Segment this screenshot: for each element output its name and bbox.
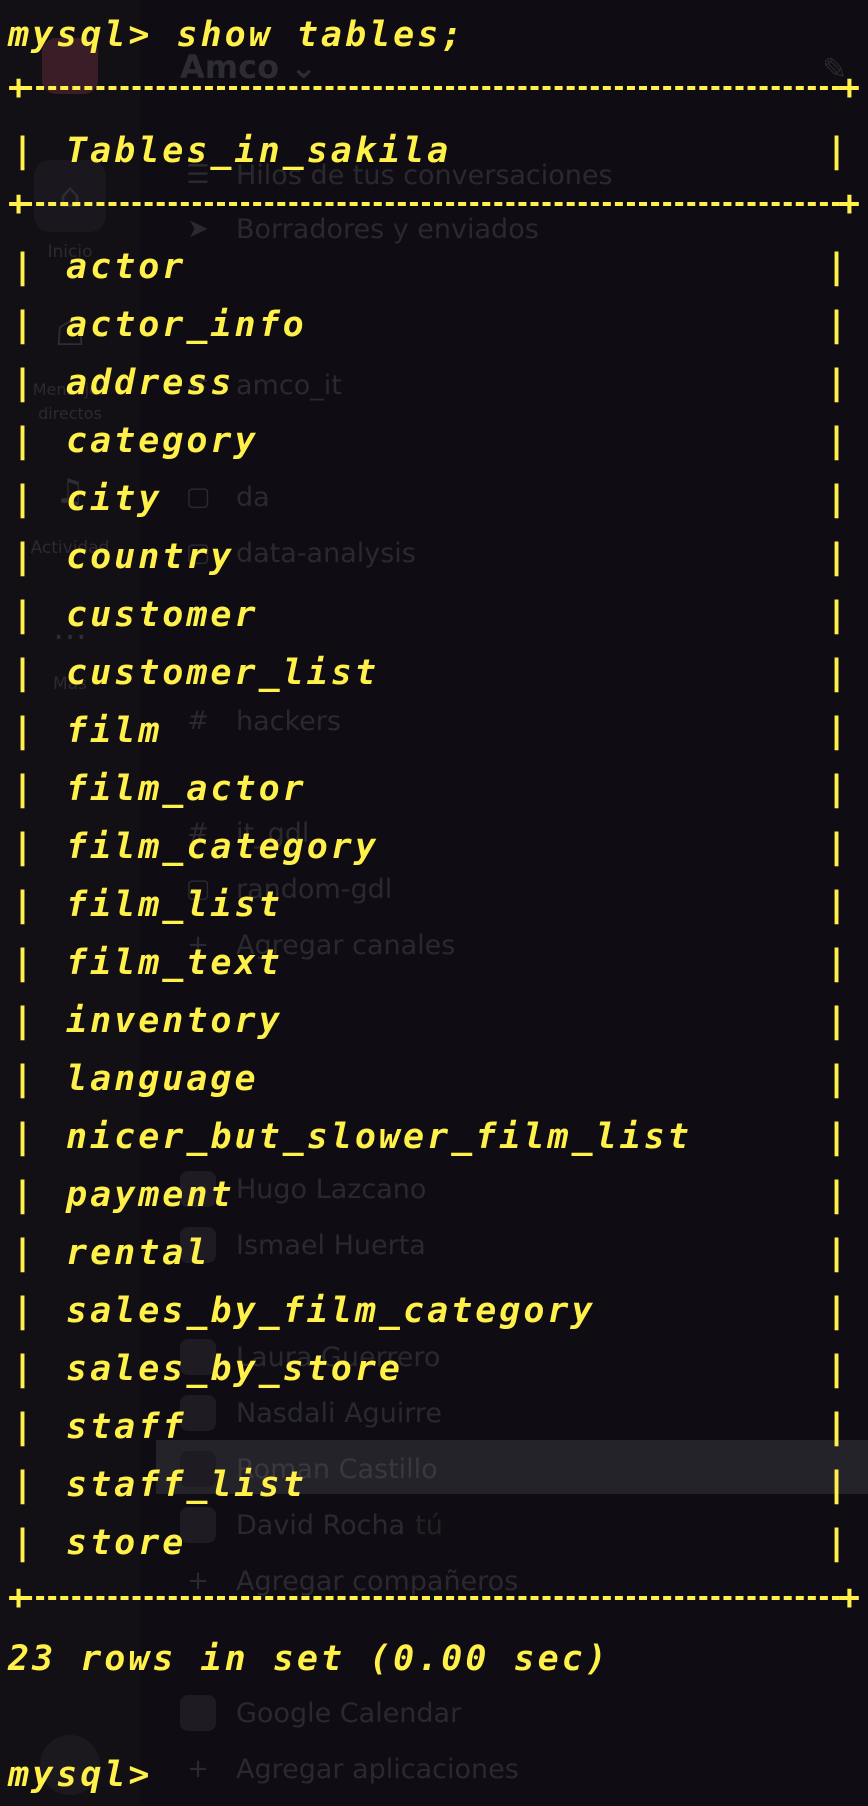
table-row: inventory — [66, 1001, 283, 1041]
pipe-glyph: | — [826, 1523, 848, 1563]
mysql-terminal[interactable]: mysql> show tables; + + | Tables_in_sakil… — [0, 0, 868, 1806]
table-row: payment — [66, 1175, 235, 1215]
command-line: mysql> show tables; — [8, 15, 466, 55]
pipe-glyph: | — [826, 421, 848, 461]
pipe-glyph: | — [826, 247, 848, 287]
pipe-glyph: | — [12, 363, 34, 403]
pipe-glyph: | — [826, 827, 848, 867]
pipe-glyph: | — [12, 421, 34, 461]
pipe-glyph: | — [12, 769, 34, 809]
pipe-glyph: | — [826, 305, 848, 345]
table-row: customer_list — [66, 653, 379, 693]
mysql-prompt[interactable]: mysql> — [8, 1750, 152, 1800]
table-row: film_category — [66, 827, 379, 867]
pipe-glyph: | — [826, 1465, 848, 1505]
pipe-glyph: | — [826, 943, 848, 983]
pipe-glyph: | — [12, 827, 34, 867]
pipe-glyph: | — [12, 305, 34, 345]
pipe-glyph: | — [826, 131, 848, 171]
pipe-glyph: | — [12, 1059, 34, 1099]
pipe-glyph: | — [826, 1291, 848, 1331]
table-row: country — [66, 537, 235, 577]
table-row: actor — [66, 247, 187, 287]
table-row: customer — [66, 595, 259, 635]
table-row: store — [66, 1523, 187, 1563]
pipe-glyph: | — [826, 653, 848, 693]
table-row: sales_by_film_category — [66, 1291, 596, 1331]
table-header: Tables_in_sakila — [66, 131, 452, 171]
table-row: address — [66, 363, 235, 403]
result-summary: 23 rows in set (0.00 sec) — [8, 1639, 610, 1679]
table-border-bottom: + + — [8, 1578, 860, 1618]
table-row: rental — [66, 1233, 211, 1273]
pipe-glyph: | — [12, 1465, 34, 1505]
pipe-glyph: | — [826, 1059, 848, 1099]
table-row: film_text — [66, 943, 283, 983]
pipe-glyph: | — [826, 595, 848, 635]
pipe-glyph: | — [12, 1001, 34, 1041]
table-row: film_list — [66, 885, 283, 925]
table-row: nicer_but_slower_film_list — [66, 1117, 692, 1157]
pipe-glyph: | — [826, 885, 848, 925]
pipe-glyph: | — [12, 653, 34, 693]
table-row: language — [66, 1059, 259, 1099]
pipe-glyph: | — [826, 1407, 848, 1447]
pipe-glyph: | — [826, 1349, 848, 1389]
table-row: city — [66, 479, 163, 519]
pipe-glyph: | — [12, 943, 34, 983]
pipe-glyph: | — [12, 131, 34, 171]
table-row: sales_by_store — [66, 1349, 404, 1389]
pipe-glyph: | — [12, 711, 34, 751]
pipe-glyph: | — [826, 537, 848, 577]
pipe-glyph: | — [826, 711, 848, 751]
pipe-glyph: | — [12, 479, 34, 519]
pipe-glyph: | — [12, 1407, 34, 1447]
pipe-glyph: | — [12, 537, 34, 577]
table-row: staff — [66, 1407, 187, 1447]
table-row: film — [66, 711, 163, 751]
pipe-glyph: | — [826, 1175, 848, 1215]
pipe-glyph: | — [12, 885, 34, 925]
pipe-glyph: | — [826, 363, 848, 403]
pipe-glyph: | — [826, 479, 848, 519]
pipe-glyph: | — [826, 1001, 848, 1041]
pipe-glyph: | — [12, 1175, 34, 1215]
pipe-glyph: | — [12, 1349, 34, 1389]
pipe-glyph: | — [826, 769, 848, 809]
pipe-glyph: | — [12, 1291, 34, 1331]
pipe-glyph: | — [12, 1233, 34, 1273]
table-border-header: + + — [8, 184, 860, 224]
table-row: film_actor — [66, 769, 307, 809]
pipe-glyph: | — [12, 247, 34, 287]
pipe-glyph: | — [12, 595, 34, 635]
pipe-glyph: | — [826, 1233, 848, 1273]
table-border-top: + + — [8, 68, 860, 108]
table-row: staff_list — [66, 1465, 307, 1505]
pipe-glyph: | — [826, 1117, 848, 1157]
pipe-glyph: | — [12, 1523, 34, 1563]
table-row: category — [66, 421, 259, 461]
pipe-glyph: | — [12, 1117, 34, 1157]
table-row: actor_info — [66, 305, 307, 345]
